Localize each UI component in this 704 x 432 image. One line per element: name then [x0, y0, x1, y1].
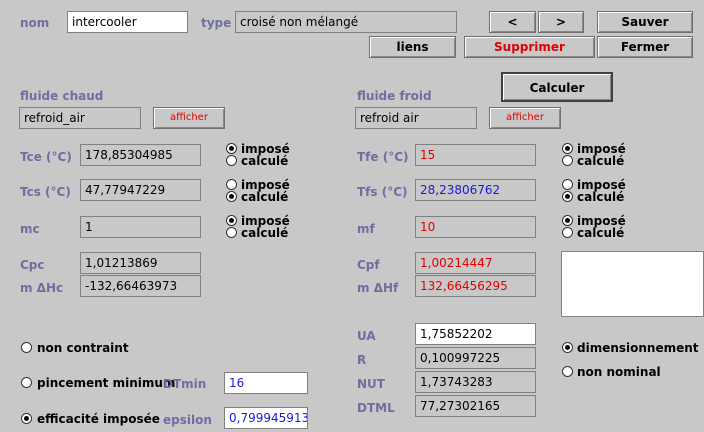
tfs-calcule-label: calculé: [577, 190, 625, 204]
tce-calcule-radio[interactable]: [226, 155, 237, 166]
mdhf-field[interactable]: 132,66456295: [415, 275, 536, 297]
tfe-calcule-radio[interactable]: [562, 155, 573, 166]
mf-label: mf: [357, 222, 375, 236]
non-nominal-radio[interactable]: [562, 366, 573, 377]
cpf-field[interactable]: 1,00214447: [415, 252, 536, 274]
tcs-impose-radio[interactable]: [226, 179, 237, 190]
cpf-label: Cpf: [357, 258, 380, 272]
type-label: type: [201, 16, 232, 30]
non-contraint-label: non contraint: [37, 341, 129, 355]
mf-calcule-radio[interactable]: [562, 227, 573, 238]
tfs-impose-radio[interactable]: [562, 179, 573, 190]
tfs-calcule-radio[interactable]: [562, 191, 573, 202]
mdhc-field[interactable]: -132,66463973: [80, 275, 201, 297]
tce-calcule-label: calculé: [241, 154, 289, 168]
next-button[interactable]: >: [538, 11, 584, 33]
tcs-calcule-label: calculé: [241, 190, 289, 204]
tfe-calcule-label: calculé: [577, 154, 625, 168]
mc-label: mc: [20, 222, 40, 236]
dtml-label: DTML: [357, 401, 395, 415]
cpc-label: Cpc: [20, 258, 45, 272]
links-button[interactable]: liens: [369, 36, 456, 58]
r-field[interactable]: 0,100997225: [415, 347, 536, 369]
epsilon-input[interactable]: 0,799945913: [224, 407, 308, 429]
tfs-field[interactable]: 28,23806762: [415, 179, 536, 201]
cpc-field[interactable]: 1,01213869: [80, 252, 201, 274]
nom-input[interactable]: intercooler: [67, 11, 188, 33]
r-label: R: [357, 353, 367, 367]
pincement-minimum-radio[interactable]: [21, 377, 32, 388]
dimensionnement-radio[interactable]: [562, 342, 573, 353]
message-area[interactable]: [561, 251, 704, 317]
delete-button[interactable]: Supprimer: [464, 36, 595, 58]
tcs-field[interactable]: 47,77947229: [80, 179, 201, 201]
nom-label: nom: [20, 16, 50, 30]
mdhf-label: m ΔHf: [357, 281, 399, 295]
tce-field[interactable]: 178,85304985: [80, 144, 201, 166]
mc-calcule-label: calculé: [241, 226, 289, 240]
nut-field[interactable]: 1,73743283: [415, 371, 536, 393]
tcs-calcule-radio[interactable]: [226, 191, 237, 202]
mc-field[interactable]: 1: [80, 216, 201, 238]
mf-impose-radio[interactable]: [562, 215, 573, 226]
non-contraint-radio[interactable]: [21, 342, 32, 353]
ua-input[interactable]: 1,75852202: [415, 323, 536, 345]
dtml-field[interactable]: 77,27302165: [415, 395, 536, 417]
compute-button[interactable]: Calculer: [501, 72, 613, 102]
mf-calcule-label: calculé: [577, 226, 625, 240]
dtmin-input[interactable]: 16: [224, 372, 308, 394]
efficacite-imposee-radio[interactable]: [21, 413, 32, 424]
cold-show-button[interactable]: afficher: [489, 107, 561, 129]
non-nominal-label: non nominal: [577, 365, 661, 379]
epsilon-label: epsilon: [163, 413, 212, 427]
tce-label: Tce (°C): [20, 150, 72, 164]
tcs-label: Tcs (°C): [20, 185, 71, 199]
dimensionnement-label: dimensionnement: [577, 341, 699, 355]
hot-fluid-name[interactable]: refroid_air: [19, 107, 141, 129]
ua-label: UA: [357, 329, 376, 343]
cold-fluid-title: fluide froid: [357, 89, 432, 103]
efficacite-imposee-label: efficacité imposée: [37, 412, 160, 426]
dtmin-label: DTmin: [163, 377, 207, 391]
pincement-minimum-label: pincement minimum: [37, 376, 176, 390]
tfe-impose-radio[interactable]: [562, 143, 573, 154]
mc-impose-radio[interactable]: [226, 215, 237, 226]
tfe-label: Tfe (°C): [357, 150, 409, 164]
mdhc-label: m ΔHc: [20, 281, 64, 295]
type-field[interactable]: croisé non mélangé: [235, 11, 457, 33]
previous-button[interactable]: <: [489, 11, 536, 33]
tce-impose-radio[interactable]: [226, 143, 237, 154]
mf-field[interactable]: 10: [415, 216, 536, 238]
hot-show-button[interactable]: afficher: [153, 107, 225, 129]
tfe-field[interactable]: 15: [415, 144, 536, 166]
close-button[interactable]: Fermer: [597, 36, 693, 58]
nut-label: NUT: [357, 377, 385, 391]
cold-fluid-name[interactable]: refroid air: [355, 107, 477, 129]
mc-calcule-radio[interactable]: [226, 227, 237, 238]
tfs-label: Tfs (°C): [357, 185, 408, 199]
hot-fluid-title: fluide chaud: [20, 89, 104, 103]
save-button[interactable]: Sauver: [597, 11, 693, 33]
